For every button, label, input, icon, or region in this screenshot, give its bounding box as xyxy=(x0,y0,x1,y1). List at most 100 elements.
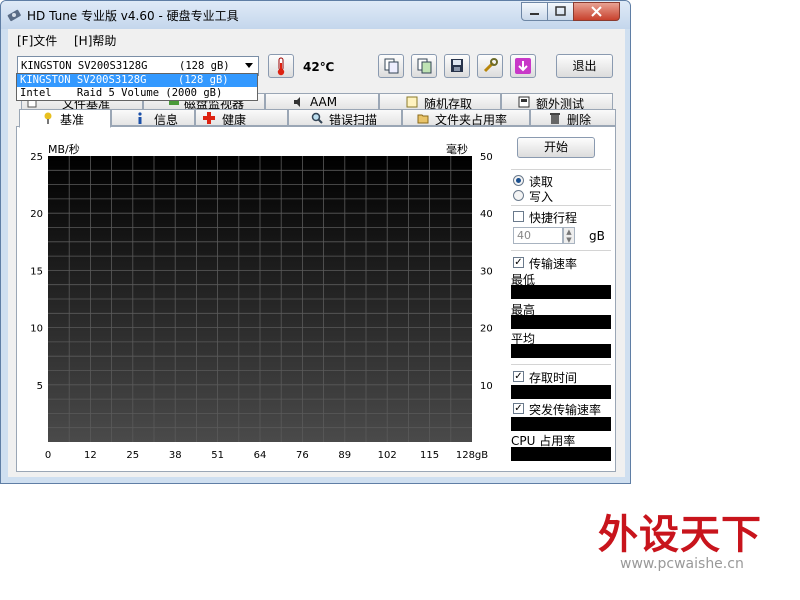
floppy-disk-icon xyxy=(451,59,463,72)
trash-icon xyxy=(550,113,560,124)
random-icon xyxy=(406,96,418,108)
watermark-logo: 外设天下 www.pcwaishe.cn xyxy=(598,502,770,582)
y-left-tick: 15 xyxy=(30,266,43,277)
copy-text-button[interactable] xyxy=(378,54,404,78)
x-tick: 76 xyxy=(296,450,309,461)
window-title: HD Tune 专业版 v4.60 - 硬盘专业工具 xyxy=(27,9,239,23)
start-button[interactable]: 开始 xyxy=(517,137,595,158)
burst-rate-value-box xyxy=(511,417,611,431)
download-arrow-icon xyxy=(515,58,531,74)
info-icon xyxy=(138,112,142,124)
y-left-tick: 25 xyxy=(30,152,43,163)
x-tick: 51 xyxy=(211,450,224,461)
y-left-tick: 20 xyxy=(30,209,43,220)
close-button[interactable] xyxy=(573,2,620,21)
x-tick: 0 xyxy=(45,450,51,461)
divider xyxy=(511,250,611,251)
y-right-unit: 毫秒 xyxy=(446,142,468,156)
watermark-text: 外设天下 xyxy=(598,511,762,558)
drive-option[interactable]: Intel Raid 5 Volume (2000 gB) xyxy=(17,87,257,100)
quick-stroke-spinner[interactable]: ▲ ▼ xyxy=(563,227,575,244)
burst-rate-label: 突发传输速率 xyxy=(529,403,602,417)
options-button[interactable] xyxy=(477,54,503,78)
y-right-tick: 40 xyxy=(480,209,493,220)
divider xyxy=(511,205,611,206)
chevron-down-icon xyxy=(245,63,253,68)
copy-image-icon xyxy=(417,58,432,74)
y-right-tick: 30 xyxy=(480,266,493,277)
exit-button[interactable]: 退出 xyxy=(556,54,613,78)
read-radio[interactable] xyxy=(513,175,524,186)
cpu-usage-value-box xyxy=(511,447,611,461)
transfer-rate-checkbox[interactable]: ✓ xyxy=(513,257,524,268)
y-left-tick: 5 xyxy=(37,381,43,392)
tab-erase[interactable]: 删除 xyxy=(530,109,616,126)
x-tick: 115 xyxy=(420,450,439,461)
menu-bar: [F]文件 [H]帮助 xyxy=(8,29,625,49)
temperature-readout: 42℃ xyxy=(303,60,335,74)
health-cross-icon xyxy=(203,112,215,124)
wrench-icon xyxy=(483,58,498,73)
y-right-tick: 50 xyxy=(480,152,493,163)
drive-option[interactable]: KINGSTON SV200S3128G (128 gB) xyxy=(17,74,257,87)
maximize-icon xyxy=(555,6,566,16)
copy-image-button[interactable] xyxy=(411,54,437,78)
maximize-button[interactable] xyxy=(547,2,574,21)
watermark-url: www.pcwaishe.cn xyxy=(620,556,744,572)
x-tick: 38 xyxy=(169,450,182,461)
close-icon xyxy=(591,6,602,17)
access-time-checkbox[interactable]: ✓ xyxy=(513,371,524,382)
quick-stroke-label: 快捷行程 xyxy=(529,211,578,225)
minimize-icon xyxy=(530,13,539,15)
x-tick: 89 xyxy=(338,450,351,461)
access-time-value-box xyxy=(511,385,611,399)
benchmark-side-panel: 开始 读取 写入 快捷行程 40 ▲ ▼ gB ✓ 传输速率 最低 最高 平均 … xyxy=(507,127,617,473)
speaker-icon xyxy=(294,97,300,107)
copy-icon xyxy=(384,58,399,74)
save-button[interactable] xyxy=(444,54,470,78)
benchmark-icon xyxy=(44,112,52,124)
y-right-tick: 10 xyxy=(480,381,493,392)
tab-info[interactable]: 信息 xyxy=(111,109,195,126)
tab-extra-tests[interactable]: 额外测试 xyxy=(501,93,613,110)
thermometer-icon xyxy=(277,57,285,76)
extra-icon xyxy=(518,96,530,108)
drive-select-value: KINGSTON SV200S3128G (128 gB) xyxy=(21,60,230,72)
avg-value-box xyxy=(511,344,611,358)
benchmark-chart: MB/秒 毫秒 25 20 15 10 5 50 40 30 20 10 0 12 25 38 51 64… xyxy=(30,142,493,461)
quick-stroke-input[interactable]: 40 xyxy=(513,227,563,244)
tab-aam[interactable]: AAM xyxy=(265,93,379,110)
quick-stroke-checkbox[interactable] xyxy=(513,211,524,222)
x-tick: 25 xyxy=(126,450,139,461)
menu-file[interactable]: [F]文件 xyxy=(17,32,57,49)
burst-rate-checkbox[interactable]: ✓ xyxy=(513,403,524,414)
magnifier-icon xyxy=(311,112,323,124)
x-tick: 102 xyxy=(378,450,397,461)
access-time-label: 存取时间 xyxy=(529,371,578,385)
tab-error-scan[interactable]: 错误扫描 xyxy=(288,109,402,126)
write-label: 写入 xyxy=(529,190,554,204)
app-icon xyxy=(7,9,21,22)
tab-random-access[interactable]: 随机存取 xyxy=(379,93,501,110)
x-tick: 128gB xyxy=(456,450,488,461)
divider xyxy=(511,364,611,365)
y-left-unit: MB/秒 xyxy=(48,142,80,156)
menu-help[interactable]: [H]帮助 xyxy=(74,32,116,49)
min-value-box xyxy=(511,285,611,299)
tab-folder-usage[interactable]: 文件夹占用率 xyxy=(402,109,530,126)
minimize-button[interactable] xyxy=(521,2,548,21)
tab-benchmark[interactable]: 基准 xyxy=(19,109,111,128)
temperature-button[interactable] xyxy=(268,54,294,78)
x-tick: 12 xyxy=(84,450,97,461)
x-tick: 64 xyxy=(254,450,267,461)
write-radio[interactable] xyxy=(513,190,524,201)
tab-health[interactable]: 健康 xyxy=(195,109,288,126)
drive-dropdown-list: KINGSTON SV200S3128G (128 gB) Intel Raid… xyxy=(16,73,258,101)
folder-icon xyxy=(417,114,429,124)
transfer-rate-label: 传输速率 xyxy=(529,257,578,271)
title-bar[interactable]: HD Tune 专业版 v4.60 - 硬盘专业工具 xyxy=(1,1,630,29)
benchmark-panel: MB/秒 毫秒 25 20 15 10 5 50 40 30 20 10 0 12 25 38 51 64… xyxy=(16,126,616,472)
y-left-tick: 10 xyxy=(30,324,43,335)
divider xyxy=(511,169,611,170)
update-button[interactable] xyxy=(510,54,536,78)
